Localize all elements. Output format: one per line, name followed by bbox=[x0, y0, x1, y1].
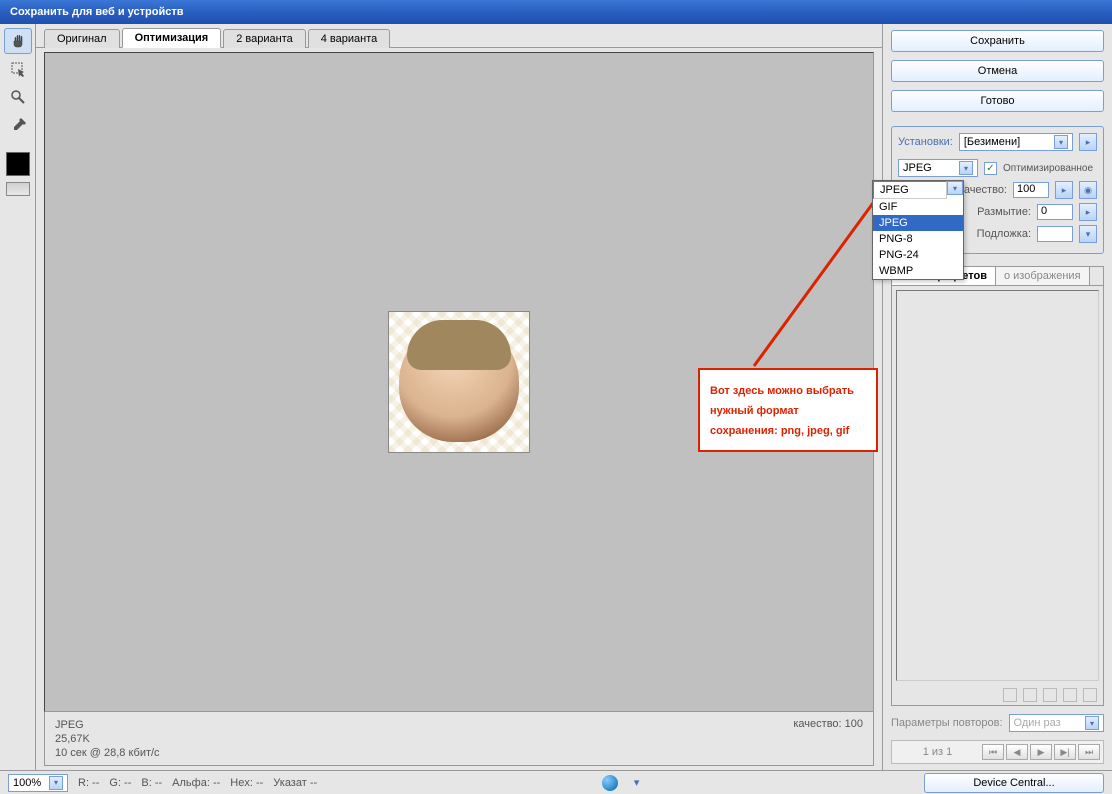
repeat-row: Параметры повторов: Один раз ▾ bbox=[891, 714, 1104, 732]
slice-select-tool[interactable] bbox=[4, 56, 32, 82]
info-format: JPEG bbox=[55, 718, 160, 732]
ct-icon-3[interactable] bbox=[1043, 688, 1057, 702]
done-button[interactable]: Готово bbox=[891, 90, 1104, 112]
repeat-label: Параметры повторов: bbox=[891, 717, 1003, 729]
last-frame-button[interactable]: ⏭ bbox=[1078, 744, 1100, 760]
status-g: G: -- bbox=[109, 777, 131, 789]
quality-slider-button[interactable]: ▸ bbox=[1055, 181, 1073, 199]
format-option-gif[interactable]: GIF bbox=[873, 199, 963, 215]
chevron-down-icon: ▾ bbox=[959, 161, 973, 175]
foreground-color-swatch[interactable] bbox=[6, 152, 30, 176]
status-index: Указат -- bbox=[273, 777, 317, 789]
matte-picker-button[interactable]: ▾ bbox=[1079, 225, 1097, 243]
quality-label: Качество: bbox=[957, 184, 1007, 196]
tab-2up[interactable]: 2 варианта bbox=[223, 29, 306, 48]
format-option-jpeg[interactable]: JPEG bbox=[873, 215, 963, 231]
next-frame-button[interactable]: ▶| bbox=[1054, 744, 1076, 760]
matte-swatch[interactable] bbox=[1037, 226, 1073, 242]
globe-icon[interactable] bbox=[602, 775, 618, 791]
quality-link-icon[interactable]: ◉ bbox=[1079, 181, 1097, 199]
format-option-png8[interactable]: PNG-8 bbox=[873, 231, 963, 247]
frame-counter: 1 из 1 bbox=[895, 746, 980, 758]
tab-4up[interactable]: 4 варианта bbox=[308, 29, 391, 48]
info-quality: качество: 100 bbox=[793, 718, 863, 730]
optimized-checkbox[interactable]: ✓ bbox=[984, 162, 997, 175]
preset-label: Установки: bbox=[898, 136, 953, 148]
toolbox bbox=[0, 24, 36, 770]
preview-tabs: Оригинал Оптимизация 2 варианта 4 вариан… bbox=[36, 24, 882, 48]
preview-image bbox=[389, 312, 529, 452]
preset-menu-button[interactable]: ▸ bbox=[1079, 133, 1097, 151]
toggle-slices-visibility[interactable] bbox=[6, 182, 30, 196]
hand-tool[interactable] bbox=[4, 28, 32, 54]
format-option-wbmp[interactable]: WBMP bbox=[873, 263, 963, 279]
eyedropper-tool[interactable] bbox=[4, 112, 32, 138]
annotation-callout: Вот здесь можно выбрать нужный формат со… bbox=[698, 368, 878, 452]
save-button[interactable]: Сохранить bbox=[891, 30, 1104, 52]
repeat-select: Один раз ▾ bbox=[1009, 714, 1104, 732]
right-panel: Сохранить Отмена Готово Установки: [Бези… bbox=[882, 24, 1112, 770]
cancel-button[interactable]: Отмена bbox=[891, 60, 1104, 82]
window-title: Сохранить для веб и устройств bbox=[10, 6, 183, 18]
browser-preview-arrow[interactable]: ▾ bbox=[634, 776, 640, 789]
magnifier-icon bbox=[10, 89, 26, 105]
ct-icon-1[interactable] bbox=[1003, 688, 1017, 702]
chevron-down-icon[interactable]: ▾ bbox=[947, 181, 963, 195]
blur-label: Размытие: bbox=[977, 206, 1031, 218]
device-central-button[interactable]: Device Central... bbox=[924, 773, 1104, 793]
tab-optimized[interactable]: Оптимизация bbox=[122, 28, 222, 48]
format-select[interactable]: JPEG ▾ bbox=[898, 159, 978, 177]
format-dropdown-open: JPEG ▾ GIF JPEG PNG-8 PNG-24 WBMP bbox=[872, 180, 964, 280]
status-b: B: -- bbox=[141, 777, 162, 789]
chevron-down-icon: ▾ bbox=[49, 776, 63, 790]
window-titlebar: Сохранить для веб и устройств bbox=[0, 0, 1112, 24]
color-table-panel: Таблица цветов о изображения bbox=[891, 266, 1104, 706]
info-size: 25,67K bbox=[55, 732, 160, 746]
prev-frame-button[interactable]: ◀ bbox=[1006, 744, 1028, 760]
color-table-toolbar bbox=[892, 685, 1103, 705]
tab-original[interactable]: Оригинал bbox=[44, 29, 120, 48]
ct-icon-2[interactable] bbox=[1023, 688, 1037, 702]
chevron-down-icon: ▾ bbox=[1085, 716, 1099, 730]
quality-input[interactable]: 100 bbox=[1013, 182, 1049, 198]
play-button[interactable]: ▶ bbox=[1030, 744, 1052, 760]
status-bar: 100% ▾ R: -- G: -- B: -- Альфа: -- Hex: … bbox=[0, 770, 1112, 794]
status-r: R: -- bbox=[78, 777, 99, 789]
color-table-body bbox=[896, 290, 1099, 681]
status-alpha: Альфа: -- bbox=[172, 777, 220, 789]
blur-slider-button[interactable]: ▸ bbox=[1079, 203, 1097, 221]
preset-select[interactable]: [Безимени] ▾ bbox=[959, 133, 1073, 151]
chevron-down-icon: ▾ bbox=[1054, 135, 1068, 149]
optimized-label: Оптимизированное bbox=[1003, 163, 1093, 174]
matte-label: Подложка: bbox=[977, 228, 1031, 240]
tab-image-size[interactable]: о изображения bbox=[996, 267, 1090, 285]
trash-icon[interactable] bbox=[1083, 688, 1097, 702]
blur-input[interactable]: 0 bbox=[1037, 204, 1073, 220]
first-frame-button[interactable]: ⏮ bbox=[982, 744, 1004, 760]
hand-icon bbox=[10, 33, 26, 49]
eyedropper-icon bbox=[10, 117, 26, 133]
slice-icon bbox=[10, 61, 26, 77]
zoom-tool[interactable] bbox=[4, 84, 32, 110]
status-hex: Hex: -- bbox=[230, 777, 263, 789]
main-area: Оригинал Оптимизация 2 варианта 4 вариан… bbox=[0, 24, 1112, 770]
format-dropdown-head: JPEG bbox=[873, 181, 947, 199]
info-time: 10 сек @ 28,8 кбит/с bbox=[55, 746, 160, 760]
zoom-select[interactable]: 100% ▾ bbox=[8, 774, 68, 792]
playback-controls: 1 из 1 ⏮ ◀ ▶ ▶| ⏭ bbox=[891, 740, 1104, 764]
annotation-text: Вот здесь можно выбрать нужный формат со… bbox=[710, 385, 854, 437]
ct-icon-4[interactable] bbox=[1063, 688, 1077, 702]
format-option-png24[interactable]: PNG-24 bbox=[873, 247, 963, 263]
preview-info-bar: JPEG 25,67K 10 сек @ 28,8 кбит/с качеств… bbox=[44, 712, 874, 766]
